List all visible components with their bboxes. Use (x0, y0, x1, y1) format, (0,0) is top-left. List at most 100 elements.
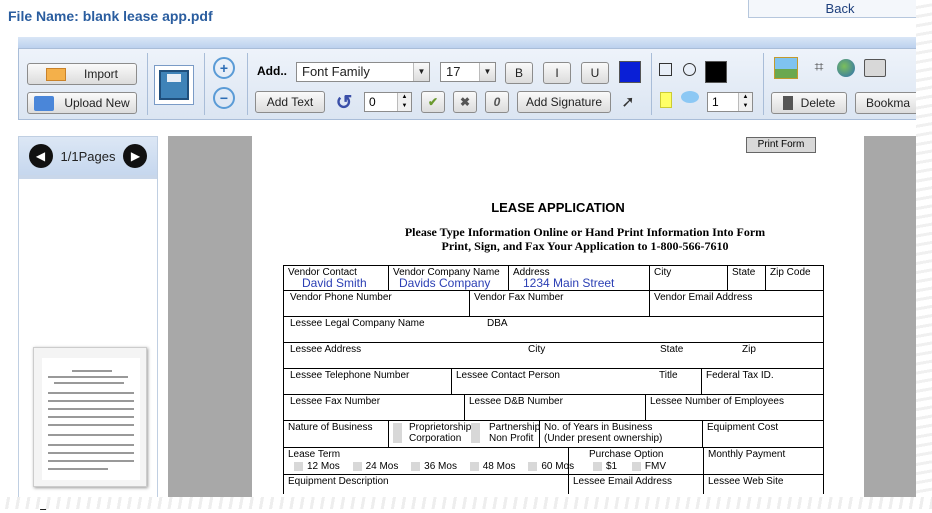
federal-tax-id-field[interactable]: Federal Tax ID. (701, 369, 823, 394)
checkbox[interactable] (393, 423, 402, 443)
cancel-button[interactable]: ✖ (453, 91, 477, 113)
address-value: 1234 Main Street (523, 276, 615, 290)
page-thumbnail[interactable] (33, 347, 147, 487)
chevron-down-icon: ▼ (479, 63, 495, 81)
years-in-business-field[interactable]: No. of Years in Business (Under present … (539, 421, 702, 447)
vendor-email-field[interactable]: Vendor Email Address (649, 291, 823, 316)
lessee-email-field[interactable]: Lessee Email Address (568, 475, 703, 494)
font-size-select[interactable]: 17 ▼ (440, 62, 496, 82)
thumbnail-column: 1 (19, 175, 157, 513)
vendor-contact-value: David Smith (302, 276, 367, 290)
add-label: Add.. (257, 64, 287, 78)
vendor-phone-field[interactable]: Vendor Phone Number (284, 291, 469, 316)
vendor-fax-field[interactable]: Vendor Fax Number (469, 291, 649, 316)
rectangle-icon[interactable] (659, 63, 672, 76)
shape-color-picker[interactable] (705, 61, 727, 83)
lessee-contact-field[interactable]: Lessee Contact Person (451, 369, 655, 394)
trash-icon (782, 96, 793, 110)
clear-button[interactable]: 0 (485, 91, 509, 113)
line-width-stepper[interactable]: 1 ▲ ▼ (707, 92, 753, 112)
lessee-title-field[interactable]: Title (655, 369, 701, 394)
checkbox[interactable] (411, 461, 421, 471)
form-row: Vendor Contact David Smith Vendor Compan… (283, 265, 824, 290)
state-field[interactable]: State (727, 266, 765, 290)
image-icon[interactable] (774, 57, 798, 79)
lessee-employees-field[interactable]: Lessee Number of Employees (645, 395, 823, 420)
document-title: LEASE APPLICATION (491, 200, 625, 215)
lessee-city-field[interactable]: City (524, 343, 656, 368)
folder-icon (45, 67, 66, 81)
lessee-fax-field[interactable]: Lessee Fax Number (284, 395, 464, 420)
form-row: Lease Term 12 Mos 24 Mos 36 Mos 48 Mos 6… (283, 447, 824, 474)
lessee-telephone-field[interactable]: Lessee Telephone Number (284, 369, 451, 394)
equipment-description-field[interactable]: Equipment Description (284, 475, 568, 494)
equipment-cost-field[interactable]: Equipment Cost (702, 421, 823, 447)
lessee-address-field[interactable]: Lessee Address (284, 343, 524, 368)
lessee-state-field[interactable]: State (656, 343, 738, 368)
import-button[interactable]: Import (27, 63, 137, 85)
monthly-payment-field[interactable]: Monthly Payment (703, 448, 823, 474)
sidebar: ◀ 1/1Pages ▶ 1 (18, 136, 158, 513)
underline-button[interactable]: U (581, 62, 609, 84)
thumbnail-page (42, 358, 140, 480)
page-indicator: 1/1Pages (60, 148, 116, 164)
delete-button[interactable]: Delete (771, 92, 847, 114)
lease-term-field[interactable]: Lease Term 12 Mos 24 Mos 36 Mos 48 Mos 6… (284, 448, 574, 474)
checkbox[interactable] (528, 461, 538, 471)
upload-new-button[interactable]: Upload New (27, 92, 137, 114)
separator (763, 53, 764, 115)
lessee-web-site-field[interactable]: Lessee Web Site (703, 475, 823, 494)
italic-button[interactable]: I (543, 62, 571, 84)
zoom-out-icon[interactable]: − (213, 87, 235, 109)
file-name: File Name: blank lease app.pdf (8, 8, 213, 24)
address-field[interactable]: Address 1234 Main Street (508, 266, 649, 290)
checkbox[interactable] (294, 461, 303, 471)
stepper-arrows-icon: ▲ ▼ (397, 93, 411, 111)
lessee-dnb-field[interactable]: Lessee D&B Number (464, 395, 645, 420)
separator (204, 53, 205, 115)
circle-icon[interactable] (683, 63, 696, 76)
lessee-legal-name-field[interactable]: Lessee Legal Company Name (284, 317, 483, 342)
bold-button[interactable]: B (505, 62, 533, 84)
add-signature-button[interactable]: Add Signature (517, 91, 611, 113)
lessee-zip-field[interactable]: Zip (738, 343, 823, 368)
chevron-down-icon: ▼ (413, 63, 429, 81)
checkbox[interactable] (471, 423, 480, 443)
save-button[interactable] (154, 65, 194, 105)
proprietorship-option[interactable]: Proprietorship Corporation (388, 421, 473, 447)
comment-icon[interactable] (681, 91, 699, 103)
vendor-contact-field[interactable]: Vendor Contact David Smith (284, 266, 388, 290)
globe-icon[interactable] (837, 59, 855, 77)
previous-page-button[interactable]: ◀ (28, 144, 53, 168)
cursor-icon[interactable]: ➚ (619, 91, 637, 113)
confirm-button[interactable]: ✔ (421, 91, 445, 113)
checkbox[interactable] (352, 461, 362, 471)
checkbox[interactable] (469, 461, 479, 471)
vendor-company-field[interactable]: Vendor Company Name Davids Company (388, 266, 508, 290)
print-icon[interactable] (864, 59, 886, 77)
add-text-button[interactable]: Add Text (255, 91, 325, 113)
highlight-icon[interactable] (660, 92, 672, 108)
font-family-select[interactable]: Font Family ▼ (296, 62, 430, 82)
checkbox[interactable] (631, 461, 641, 471)
checkbox[interactable] (593, 461, 602, 471)
zip-code-field[interactable]: Zip Code (765, 266, 823, 290)
partnership-option[interactable]: Partnership Non Profit (471, 421, 540, 447)
print-form-button[interactable]: Print Form (746, 137, 816, 153)
zoom-in-icon[interactable]: + (213, 57, 235, 79)
purchase-option-field[interactable]: Purchase Option $1 FMV (568, 448, 703, 474)
rotate-stepper[interactable]: 0 ▲ ▼ (364, 92, 412, 112)
next-page-button[interactable]: ▶ (123, 144, 148, 168)
text-color-picker[interactable] (619, 61, 641, 83)
form-row: Vendor Phone Number Vendor Fax Number Ve… (283, 290, 824, 316)
separator (247, 53, 248, 115)
city-field[interactable]: City (649, 266, 727, 290)
vendor-company-value: Davids Company (399, 276, 491, 290)
dba-field[interactable]: DBA (483, 317, 823, 342)
crop-icon[interactable]: ⌗ (808, 57, 830, 79)
document-subtitle-2: Print, Sign, and Fax Your Application to… (441, 239, 729, 253)
separator (147, 53, 148, 115)
back-button[interactable]: Back (748, 0, 932, 18)
nature-of-business-field[interactable]: Nature of Business (284, 421, 388, 447)
rotate-icon[interactable]: ↺ (333, 91, 355, 114)
